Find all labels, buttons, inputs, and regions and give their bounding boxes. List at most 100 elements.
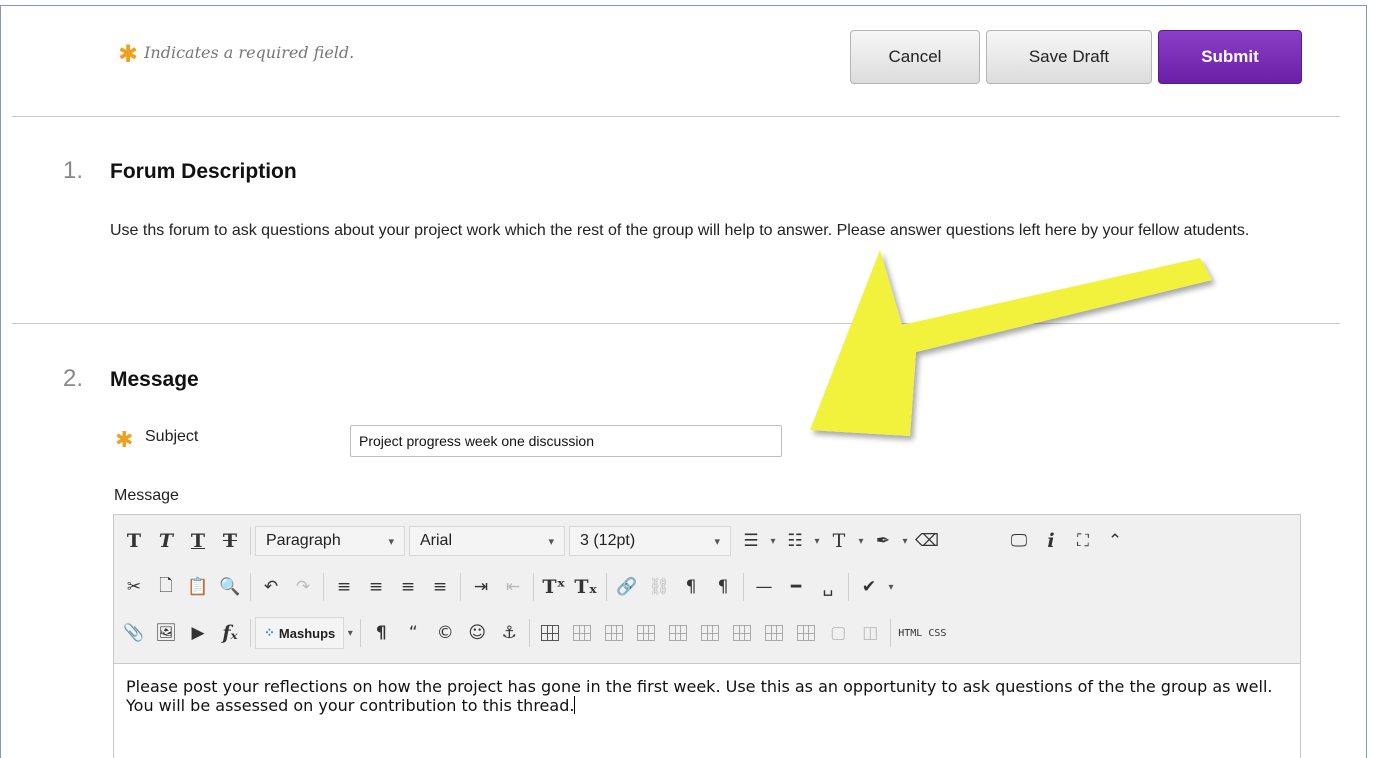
info-icon[interactable]: i: [1035, 525, 1067, 557]
paragraph-mark-icon[interactable]: ¶: [365, 617, 397, 649]
find-icon[interactable]: 🔍: [214, 571, 246, 603]
required-star-icon: ✱: [115, 428, 134, 453]
spellcheck-icon[interactable]: ✔: [853, 571, 885, 603]
chevron-down-icon: ▾: [714, 535, 720, 548]
chevron-down-icon[interactable]: ▾: [344, 617, 356, 649]
toolbar-separator: [890, 619, 892, 647]
merge-cells-icon[interactable]: [790, 617, 822, 649]
rtl-direction-icon[interactable]: ¶: [707, 571, 739, 603]
eraser-icon[interactable]: ⌫: [911, 525, 943, 557]
delete-row-icon[interactable]: [662, 617, 694, 649]
thick-rule-icon[interactable]: ━: [780, 571, 812, 603]
size-select-value: 3 (12pt): [580, 532, 636, 549]
toolbar-separator: [848, 573, 849, 601]
required-field-note: ✱ Indicates a required field.: [118, 36, 355, 68]
toolbar-separator: [250, 619, 251, 647]
split-cells-icon[interactable]: ▢: [822, 617, 854, 649]
css-button[interactable]: CSS: [925, 617, 949, 649]
chevron-down-icon[interactable]: ▾: [899, 525, 911, 557]
indent-icon[interactable]: ⇥: [465, 571, 497, 603]
copyright-icon[interactable]: ©: [429, 617, 461, 649]
toolbar-separator: [533, 573, 534, 601]
cancel-button[interactable]: Cancel: [850, 30, 980, 84]
italic-icon[interactable]: T: [150, 525, 182, 557]
window-border-top: [0, 5, 1367, 6]
html-source-button[interactable]: HTML: [895, 617, 925, 649]
window-border-right: [1366, 5, 1367, 758]
mashups-button[interactable]: ⁘ Mashups: [255, 617, 345, 649]
align-justify-icon[interactable]: ≡: [424, 571, 456, 603]
section-divider: [12, 323, 1340, 324]
toolbar-separator: [606, 573, 607, 601]
insert-row-before-icon[interactable]: [598, 617, 630, 649]
align-center-icon[interactable]: ≡: [360, 571, 392, 603]
text-color-icon[interactable]: T: [823, 525, 855, 557]
horizontal-rule-icon[interactable]: —: [748, 571, 780, 603]
align-left-icon[interactable]: ≡: [328, 571, 360, 603]
link-icon[interactable]: 🔗: [611, 571, 643, 603]
cut-icon[interactable]: ✂: [118, 571, 150, 603]
media-icon[interactable]: ▶: [182, 617, 214, 649]
copy-icon[interactable]: 🗋: [150, 571, 182, 603]
required-note-text: Indicates a required field.: [144, 43, 355, 62]
forum-description-text: Use ths forum to ask questions about you…: [110, 222, 1250, 239]
table-properties-icon[interactable]: [566, 617, 598, 649]
blockquote-icon[interactable]: “: [397, 617, 429, 649]
insert-column-after-icon[interactable]: [726, 617, 758, 649]
attachment-icon[interactable]: 📎: [118, 617, 150, 649]
math-editor-icon[interactable]: fₓ: [214, 617, 246, 649]
chevron-down-icon[interactable]: ▾: [811, 525, 823, 557]
editor-toolbar: T T T T Paragraph ▾ Arial ▾ 3 (12pt) ▾ ☰ ▾ …: [114, 515, 1300, 664]
font-size-select[interactable]: 3 (12pt) ▾: [569, 526, 731, 556]
insert-table-icon[interactable]: [534, 617, 566, 649]
delete-column-icon[interactable]: [758, 617, 790, 649]
format-select-value: Paragraph: [266, 532, 341, 549]
chevron-down-icon[interactable]: ▾: [885, 571, 897, 603]
numbered-list-icon[interactable]: ☷: [779, 525, 811, 557]
subscript-icon[interactable]: Tₓ: [570, 571, 602, 603]
insert-row-after-icon[interactable]: [630, 617, 662, 649]
preview-icon[interactable]: 🖵: [1003, 525, 1035, 557]
window-border-left: [0, 5, 1, 758]
bullet-list-icon[interactable]: ☰: [735, 525, 767, 557]
redo-icon[interactable]: ↷: [287, 571, 319, 603]
superscript-icon[interactable]: Tˣ: [538, 571, 570, 603]
section-title-forum-description: Forum Description: [110, 160, 297, 183]
emoticon-icon[interactable]: ☺: [461, 617, 493, 649]
toolbar-separator: [250, 573, 251, 601]
font-select-value: Arial: [420, 532, 453, 549]
unlink-icon[interactable]: ⛓: [643, 571, 675, 603]
toolbar-row-2: ✂ 🗋 📋 🔍 ↶ ↷ ≡ ≡ ≡ ≡ ⇥ ⇤ Tˣ Tₓ 🔗 ⛓ ¶ ¶ —: [118, 567, 897, 607]
collapse-toolbar-icon[interactable]: ⌃: [1099, 525, 1131, 557]
image-icon[interactable]: 🖼: [150, 617, 182, 649]
nonbreaking-space-icon[interactable]: ␣: [812, 571, 844, 603]
toolbar-separator: [460, 573, 461, 601]
chevron-down-icon: ▾: [548, 535, 554, 548]
ltr-direction-icon[interactable]: ¶: [675, 571, 707, 603]
subject-label: Subject: [145, 428, 199, 445]
highlight-pen-icon[interactable]: ✒: [867, 525, 899, 557]
paste-icon[interactable]: 📋: [182, 571, 214, 603]
chevron-down-icon[interactable]: ▾: [855, 525, 867, 557]
chevron-down-icon[interactable]: ▾: [767, 525, 779, 557]
annotation-arrow: [810, 250, 1212, 436]
format-select[interactable]: Paragraph ▾: [255, 526, 405, 556]
outdent-icon[interactable]: ⇤: [497, 571, 529, 603]
insert-column-before-icon[interactable]: [694, 617, 726, 649]
submit-button[interactable]: Submit: [1158, 30, 1302, 84]
strikethrough-icon[interactable]: T: [214, 525, 246, 557]
undo-icon[interactable]: ↶: [255, 571, 287, 603]
subject-input[interactable]: [350, 425, 782, 457]
anchor-icon[interactable]: ⚓: [493, 617, 525, 649]
underline-icon[interactable]: T: [182, 525, 214, 557]
fullscreen-icon[interactable]: ⛶: [1067, 525, 1099, 557]
section-number: 1.: [63, 157, 84, 184]
text-cursor: [574, 696, 576, 714]
align-right-icon[interactable]: ≡: [392, 571, 424, 603]
font-family-select[interactable]: Arial ▾: [409, 526, 565, 556]
toolbar-row-1: T T T T Paragraph ▾ Arial ▾ 3 (12pt) ▾ ☰ ▾ …: [118, 521, 1131, 561]
cell-properties-icon[interactable]: ◫: [854, 617, 886, 649]
message-body-textarea[interactable]: Please post your reflections on how the …: [126, 677, 1291, 715]
save-draft-button[interactable]: Save Draft: [986, 30, 1152, 84]
bold-icon[interactable]: T: [118, 525, 150, 557]
